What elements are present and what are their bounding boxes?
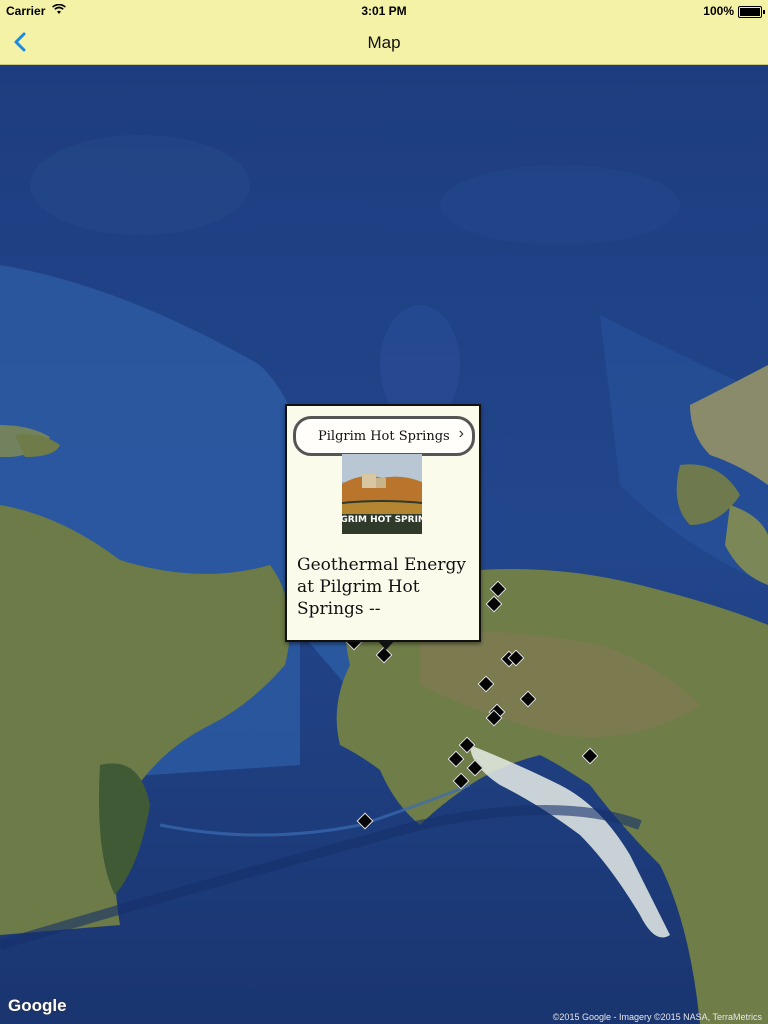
clock-label: 3:01 PM [361,4,407,18]
callout-title: Pilgrim Hot Springs [318,428,450,444]
top-bar: Carrier 3:01 PM 100% Map [0,0,768,65]
map-attribution: ©2015 Google - Imagery ©2015 NASA, Terra… [552,1012,762,1022]
annotation-callout: Pilgrim Hot Springs › PILGRIM HOT SPRING… [285,404,481,650]
callout-image: PILGRIM HOT SPRINGS [342,454,422,534]
callout-image-caption: PILGRIM HOT SPRINGS [342,515,422,525]
page-title: Map [367,33,401,52]
callout-title-button[interactable]: Pilgrim Hot Springs › [293,416,475,456]
battery-percent: 100% [703,4,734,18]
google-logo: Google [8,996,67,1015]
callout-description: Geothermal Energy at Pilgrim Hot Springs… [297,555,466,619]
status-bar: Carrier 3:01 PM 100% [0,0,768,22]
chevron-right-icon: › [458,425,464,442]
battery-icon [738,6,765,18]
navigation-bar: Map [0,22,768,64]
